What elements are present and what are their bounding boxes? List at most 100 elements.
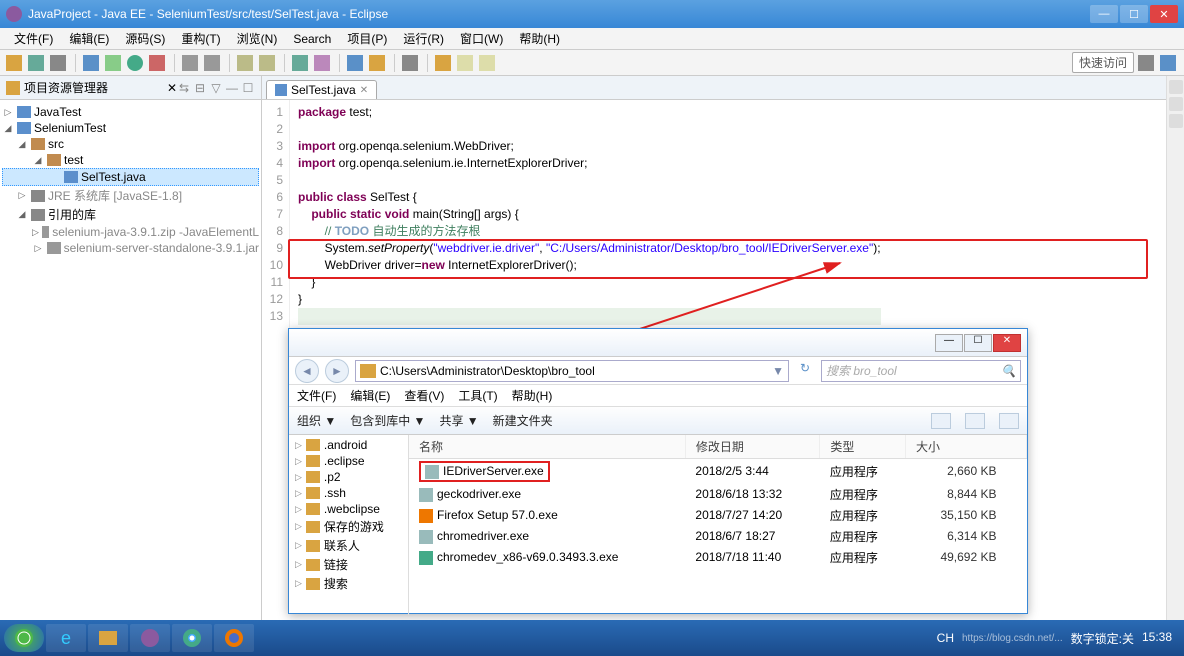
column-header[interactable]: 修改日期 bbox=[685, 435, 819, 459]
folder-tree-item[interactable]: ▷.eclipse bbox=[291, 453, 406, 469]
task-list-icon[interactable] bbox=[1169, 97, 1183, 111]
project-tree[interactable]: ▷JavaTest◢SeleniumTest◢src◢testSelTest.j… bbox=[0, 100, 261, 260]
menu-item[interactable]: 项目(P) bbox=[339, 30, 395, 47]
folder-tree-item[interactable]: ▷联系人 bbox=[291, 536, 406, 555]
file-row[interactable]: Firefox Setup 57.0.exe2018/7/27 14:20应用程… bbox=[409, 505, 1027, 526]
maximize-button[interactable]: ☐ bbox=[1120, 5, 1148, 23]
menu-item[interactable]: 帮助(H) bbox=[511, 30, 568, 47]
perspective-icon[interactable] bbox=[1138, 55, 1154, 71]
search-icon[interactable] bbox=[402, 55, 418, 71]
toolbar-icon[interactable] bbox=[149, 55, 165, 71]
column-header[interactable]: 类型 bbox=[820, 435, 906, 459]
menu-item[interactable]: Search bbox=[285, 32, 339, 46]
fex-menu-item[interactable]: 编辑(E) bbox=[350, 387, 390, 404]
outline-icon[interactable] bbox=[1169, 114, 1183, 128]
menu-item[interactable]: 窗口(W) bbox=[452, 30, 511, 47]
tree-item[interactable]: ◢引用的库 bbox=[2, 205, 259, 224]
column-header[interactable]: 大小 bbox=[906, 435, 1027, 459]
folder-tree-item[interactable]: ▷.android bbox=[291, 437, 406, 453]
editor-tab[interactable]: SelTest.java ✕ bbox=[266, 80, 377, 99]
debug-icon[interactable] bbox=[105, 55, 121, 71]
fex-toolbar-item[interactable]: 组织 ▼ bbox=[297, 412, 336, 429]
view-option-icon[interactable] bbox=[965, 413, 985, 429]
menu-item[interactable]: 编辑(E) bbox=[61, 30, 117, 47]
folder-tree[interactable]: ▷.android▷.eclipse▷.p2▷.ssh▷.webclipse▷保… bbox=[289, 435, 409, 615]
link-editor-icon[interactable]: ⇆ bbox=[177, 81, 191, 95]
toolbar-icon[interactable] bbox=[259, 55, 275, 71]
view-option-icon[interactable] bbox=[931, 413, 951, 429]
taskbar-chrome-icon[interactable] bbox=[172, 624, 212, 652]
toolbar-icon[interactable] bbox=[182, 55, 198, 71]
tree-item[interactable]: ▷selenium-java-3.9.1.zip -JavaElementL bbox=[2, 224, 259, 240]
fex-menu-item[interactable]: 帮助(H) bbox=[512, 387, 553, 404]
file-row[interactable]: chromedriver.exe2018/6/7 18:27应用程序6,314 … bbox=[409, 526, 1027, 547]
code-area[interactable]: package test; import org.openqa.selenium… bbox=[290, 100, 889, 329]
menu-item[interactable]: 浏览(N) bbox=[229, 30, 286, 47]
tree-item[interactable]: ◢SeleniumTest bbox=[2, 120, 259, 136]
folder-tree-item[interactable]: ▷搜索 bbox=[291, 574, 406, 593]
run-icon[interactable] bbox=[127, 55, 143, 71]
maximize-button[interactable]: ☐ bbox=[964, 334, 992, 352]
toolbar-icon[interactable] bbox=[369, 55, 385, 71]
fex-menu-item[interactable]: 工具(T) bbox=[458, 387, 497, 404]
tree-item[interactable]: SelTest.java bbox=[2, 168, 259, 186]
toolbar-icon[interactable] bbox=[6, 55, 22, 71]
close-button[interactable]: ✕ bbox=[1150, 5, 1178, 23]
ime-indicator[interactable]: CH bbox=[937, 631, 954, 645]
view-menu-icon[interactable]: ▽ bbox=[209, 81, 223, 95]
taskbar-firefox-icon[interactable] bbox=[214, 624, 254, 652]
minimize-button[interactable]: — bbox=[1090, 5, 1118, 23]
forward-icon[interactable] bbox=[479, 55, 495, 71]
view-option-icon[interactable] bbox=[999, 413, 1019, 429]
tree-item[interactable]: ▷selenium-server-standalone-3.9.1.jar bbox=[2, 240, 259, 256]
back-icon[interactable] bbox=[457, 55, 473, 71]
start-button[interactable] bbox=[4, 624, 44, 652]
maximize-view-icon[interactable]: ☐ bbox=[241, 81, 255, 95]
toolbar-icon[interactable] bbox=[435, 55, 451, 71]
toolbar-icon[interactable] bbox=[28, 55, 44, 71]
forward-button[interactable]: ► bbox=[325, 359, 349, 383]
fex-menu-item[interactable]: 文件(F) bbox=[297, 387, 336, 404]
column-header[interactable]: 名称 bbox=[409, 435, 685, 459]
tree-item[interactable]: ◢test bbox=[2, 152, 259, 168]
fex-toolbar-item[interactable]: 新建文件夹 bbox=[493, 412, 553, 429]
folder-tree-item[interactable]: ▷.ssh bbox=[291, 485, 406, 501]
taskbar-ie-icon[interactable]: e bbox=[46, 624, 86, 652]
toolbar-icon[interactable] bbox=[292, 55, 308, 71]
file-row[interactable]: chromedev_x86-v69.0.3493.3.exe2018/7/18 … bbox=[409, 547, 1027, 568]
close-button[interactable]: ✕ bbox=[993, 334, 1021, 352]
clock[interactable]: 15:38 bbox=[1142, 631, 1172, 644]
minimize-button[interactable]: — bbox=[935, 334, 963, 352]
toolbar-icon[interactable] bbox=[237, 55, 253, 71]
folder-tree-item[interactable]: ▷保存的游戏 bbox=[291, 517, 406, 536]
editor-body[interactable]: 12345678910111213 package test; import o… bbox=[262, 100, 1166, 329]
file-row[interactable]: IEDriverServer.exe2018/2/5 3:44应用程序2,660… bbox=[409, 459, 1027, 484]
menu-item[interactable]: 文件(F) bbox=[6, 30, 61, 47]
tree-item[interactable]: ◢src bbox=[2, 136, 259, 152]
minimize-view-icon[interactable]: — bbox=[225, 81, 239, 95]
fex-toolbar-item[interactable]: 共享 ▼ bbox=[439, 412, 478, 429]
tree-item[interactable]: ▷JavaTest bbox=[2, 104, 259, 120]
java-ee-perspective-icon[interactable] bbox=[1160, 55, 1176, 71]
folder-tree-item[interactable]: ▷.p2 bbox=[291, 469, 406, 485]
fex-toolbar-item[interactable]: 包含到库中 ▼ bbox=[350, 412, 425, 429]
folder-tree-item[interactable]: ▷.webclipse bbox=[291, 501, 406, 517]
toolbar-icon[interactable] bbox=[83, 55, 99, 71]
file-list[interactable]: 名称修改日期类型大小IEDriverServer.exe2018/2/5 3:4… bbox=[409, 435, 1027, 615]
taskbar-eclipse-icon[interactable] bbox=[130, 624, 170, 652]
toolbar-icon[interactable] bbox=[347, 55, 363, 71]
menu-item[interactable]: 运行(R) bbox=[395, 30, 452, 47]
taskbar-explorer-icon[interactable] bbox=[88, 624, 128, 652]
toolbar-icon[interactable] bbox=[204, 55, 220, 71]
menu-item[interactable]: 重构(T) bbox=[173, 30, 228, 47]
outline-icon[interactable] bbox=[1169, 80, 1183, 94]
toolbar-icon[interactable] bbox=[314, 55, 330, 71]
tab-close-icon[interactable]: ✕ bbox=[360, 85, 368, 96]
refresh-icon[interactable]: ↻ bbox=[795, 361, 815, 381]
quick-access[interactable]: 快速访问 bbox=[1072, 52, 1134, 73]
address-bar[interactable]: C:\Users\Administrator\Desktop\bro_tool … bbox=[355, 360, 789, 382]
file-row[interactable]: geckodriver.exe2018/6/18 13:32应用程序8,844 … bbox=[409, 484, 1027, 505]
back-button[interactable]: ◄ bbox=[295, 359, 319, 383]
fex-menu-item[interactable]: 查看(V) bbox=[404, 387, 444, 404]
menu-item[interactable]: 源码(S) bbox=[117, 30, 173, 47]
